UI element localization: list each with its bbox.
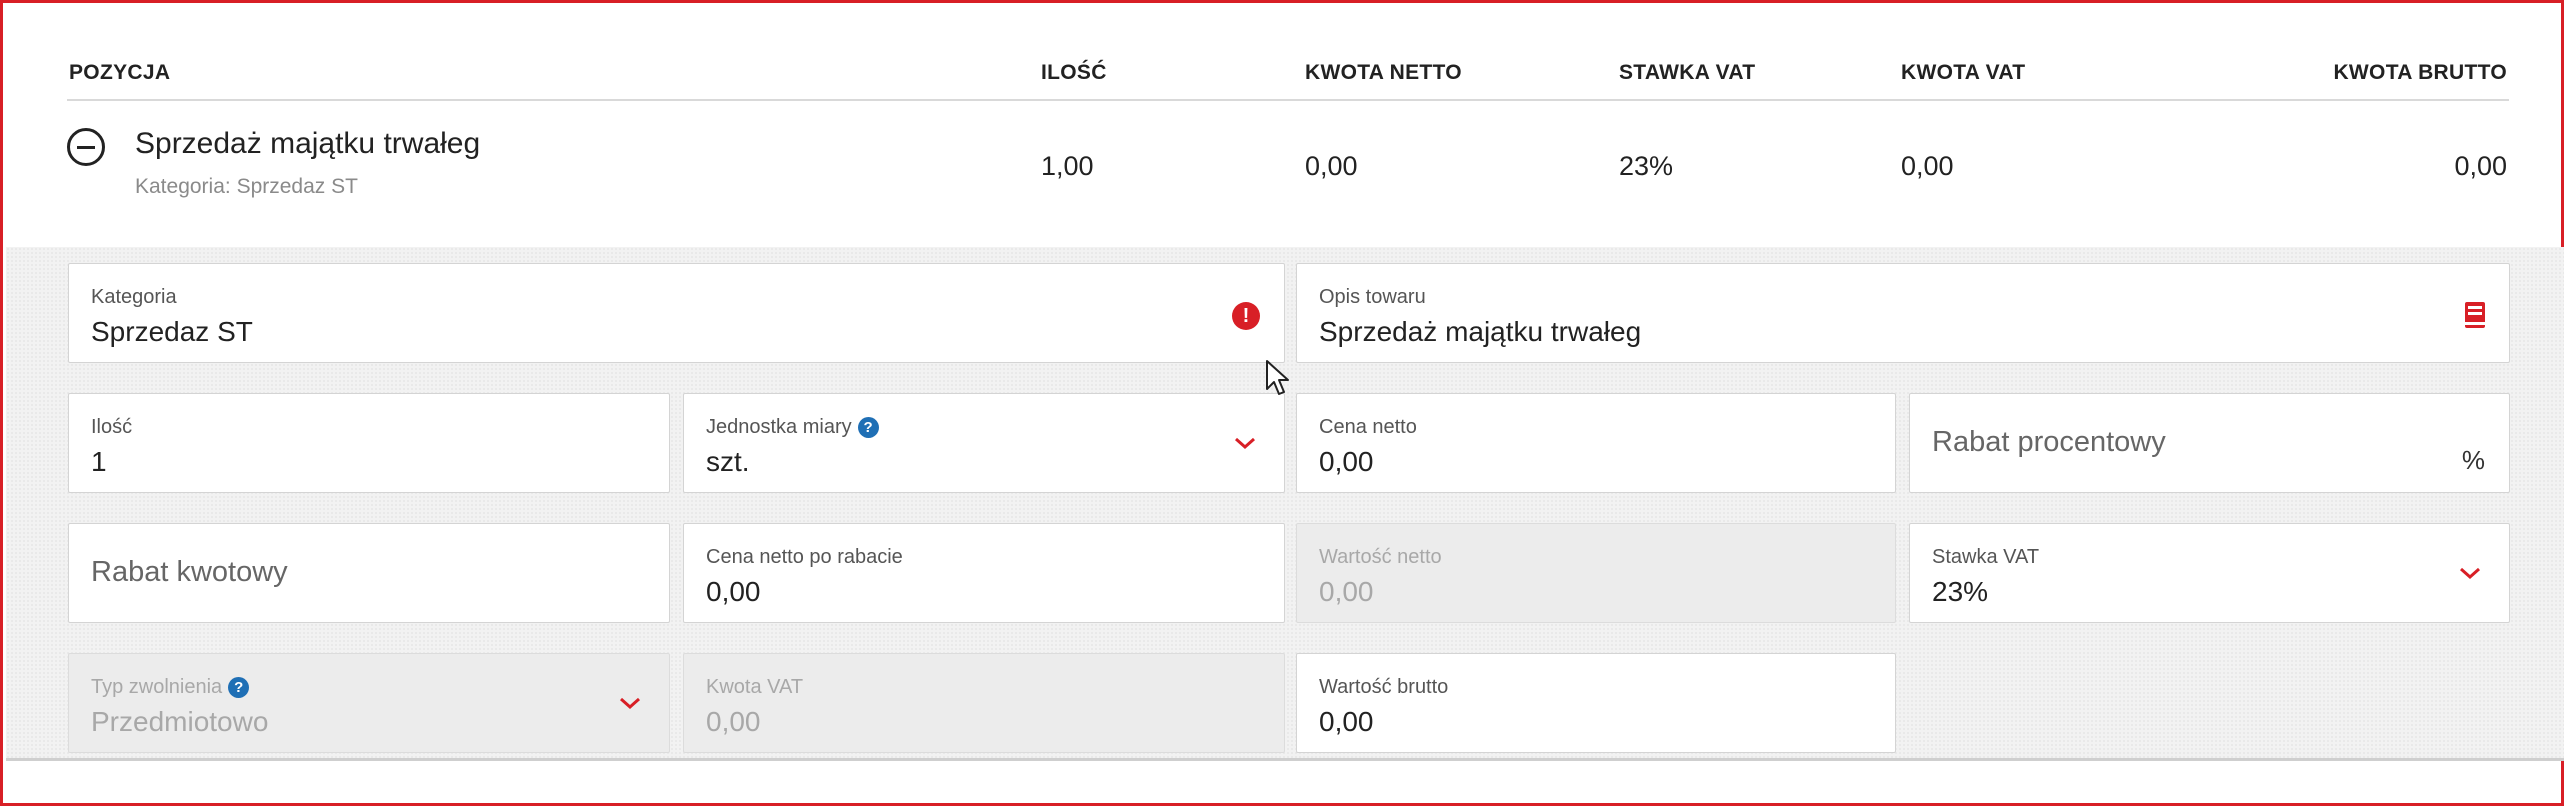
help-icon[interactable]: ? [857, 417, 879, 438]
chevron-down-icon[interactable] [2457, 564, 2483, 582]
row-gross: 0,00 [2454, 151, 2507, 181]
net-price-after-discount-label: Cena netto po rabacie [706, 546, 903, 568]
exclamation-icon: ! [1232, 302, 1260, 330]
help-icon[interactable]: ? [228, 677, 250, 698]
vat-rate-label: Stawka VAT [1932, 546, 2040, 568]
header-position: POZYCJA [69, 61, 171, 84]
description-field[interactable]: Opis towaru Sprzedaż majątku trwałeg [1296, 263, 2510, 363]
net-price-value: 0,00 [1319, 446, 1374, 477]
header-quantity: ILOŚĆ [1041, 61, 1107, 84]
row-vat-amount: 0,00 [1901, 151, 1954, 181]
quantity-field[interactable]: Ilość 1 [68, 393, 670, 493]
net-price-field[interactable]: Cena netto 0,00 [1296, 393, 1896, 493]
amount-discount-placeholder: Rabat kwotowy [91, 556, 288, 588]
description-value: Sprzedaż majątku trwałeg [1319, 316, 1642, 347]
exemption-type-value: Przedmiotowo [91, 706, 269, 737]
description-label: Opis towaru [1319, 286, 1426, 308]
percent-suffix: % [2461, 445, 2485, 475]
item-name: Sprzedaż majątku trwałeg [135, 127, 481, 160]
net-price-after-discount-value: 0,00 [706, 576, 761, 607]
row-quantity: 1,00 [1041, 151, 1094, 181]
quantity-label: Ilość [91, 416, 133, 438]
header-gross: KWOTA BRUTTO [2333, 61, 2507, 84]
vat-rate-select[interactable]: Stawka VAT 23% [1909, 523, 2510, 623]
amount-discount-field[interactable]: Rabat kwotowy [68, 523, 670, 623]
category-value: Sprzedaz ST [91, 316, 253, 347]
gross-value-field[interactable]: Wartość brutto 0,00 [1296, 653, 1896, 753]
exemption-type-label: Typ zwolnienia [91, 676, 223, 698]
unit-label: Jednostka miary [706, 416, 852, 438]
item-category: Kategoria: Sprzedaz ST [135, 175, 358, 198]
percent-discount-placeholder: Rabat procentowy [1932, 426, 2166, 458]
row-vat-rate: 23% [1619, 151, 1674, 181]
quantity-value: 1 [91, 446, 107, 477]
vat-amount-field: Kwota VAT 0,00 [683, 653, 1285, 753]
category-label: Kategoria [91, 286, 177, 308]
vat-rate-value: 23% [1932, 576, 1989, 607]
chevron-down-icon[interactable] [1232, 434, 1258, 452]
header-vat-rate: STAWKA VAT [1619, 61, 1756, 84]
net-value-value: 0,00 [1319, 576, 1374, 607]
collapse-icon[interactable] [67, 128, 105, 166]
table-header: POZYCJA ILOŚĆ KWOTA NETTO STAWKA VAT KWO… [67, 53, 2509, 101]
item-details-panel: Kategoria Sprzedaz ST ! Opis towaru Sprz… [6, 247, 2564, 761]
gross-value-label: Wartość brutto [1319, 676, 1449, 698]
invoice-item-frame: POZYCJA ILOŚĆ KWOTA NETTO STAWKA VAT KWO… [0, 0, 2564, 806]
percent-discount-field[interactable]: Rabat procentowy % [1909, 393, 2510, 493]
net-price-label: Cena netto [1319, 416, 1417, 438]
vat-amount-label: Kwota VAT [706, 676, 804, 698]
net-value-field: Wartość netto 0,00 [1296, 523, 1896, 623]
net-value-label: Wartość netto [1319, 546, 1442, 568]
chevron-down-icon [620, 697, 640, 710]
unit-value: szt. [706, 446, 750, 477]
table-row: Sprzedaż majątku trwałeg Kategoria: Sprz… [67, 103, 2509, 245]
net-price-after-discount-field[interactable]: Cena netto po rabacie 0,00 [683, 523, 1285, 623]
header-net: KWOTA NETTO [1305, 61, 1462, 84]
gross-value-value: 0,00 [1319, 706, 1374, 737]
unit-select[interactable]: Jednostka miary? szt. [683, 393, 1285, 493]
header-vat-amount: KWOTA VAT [1901, 61, 2026, 84]
vat-amount-value: 0,00 [706, 706, 761, 737]
book-icon[interactable] [2463, 301, 2487, 329]
row-net: 0,00 [1305, 151, 1358, 181]
exemption-type-select: Typ zwolnienia? Przedmiotowo [68, 653, 670, 753]
category-field[interactable]: Kategoria Sprzedaz ST ! [68, 263, 1285, 363]
